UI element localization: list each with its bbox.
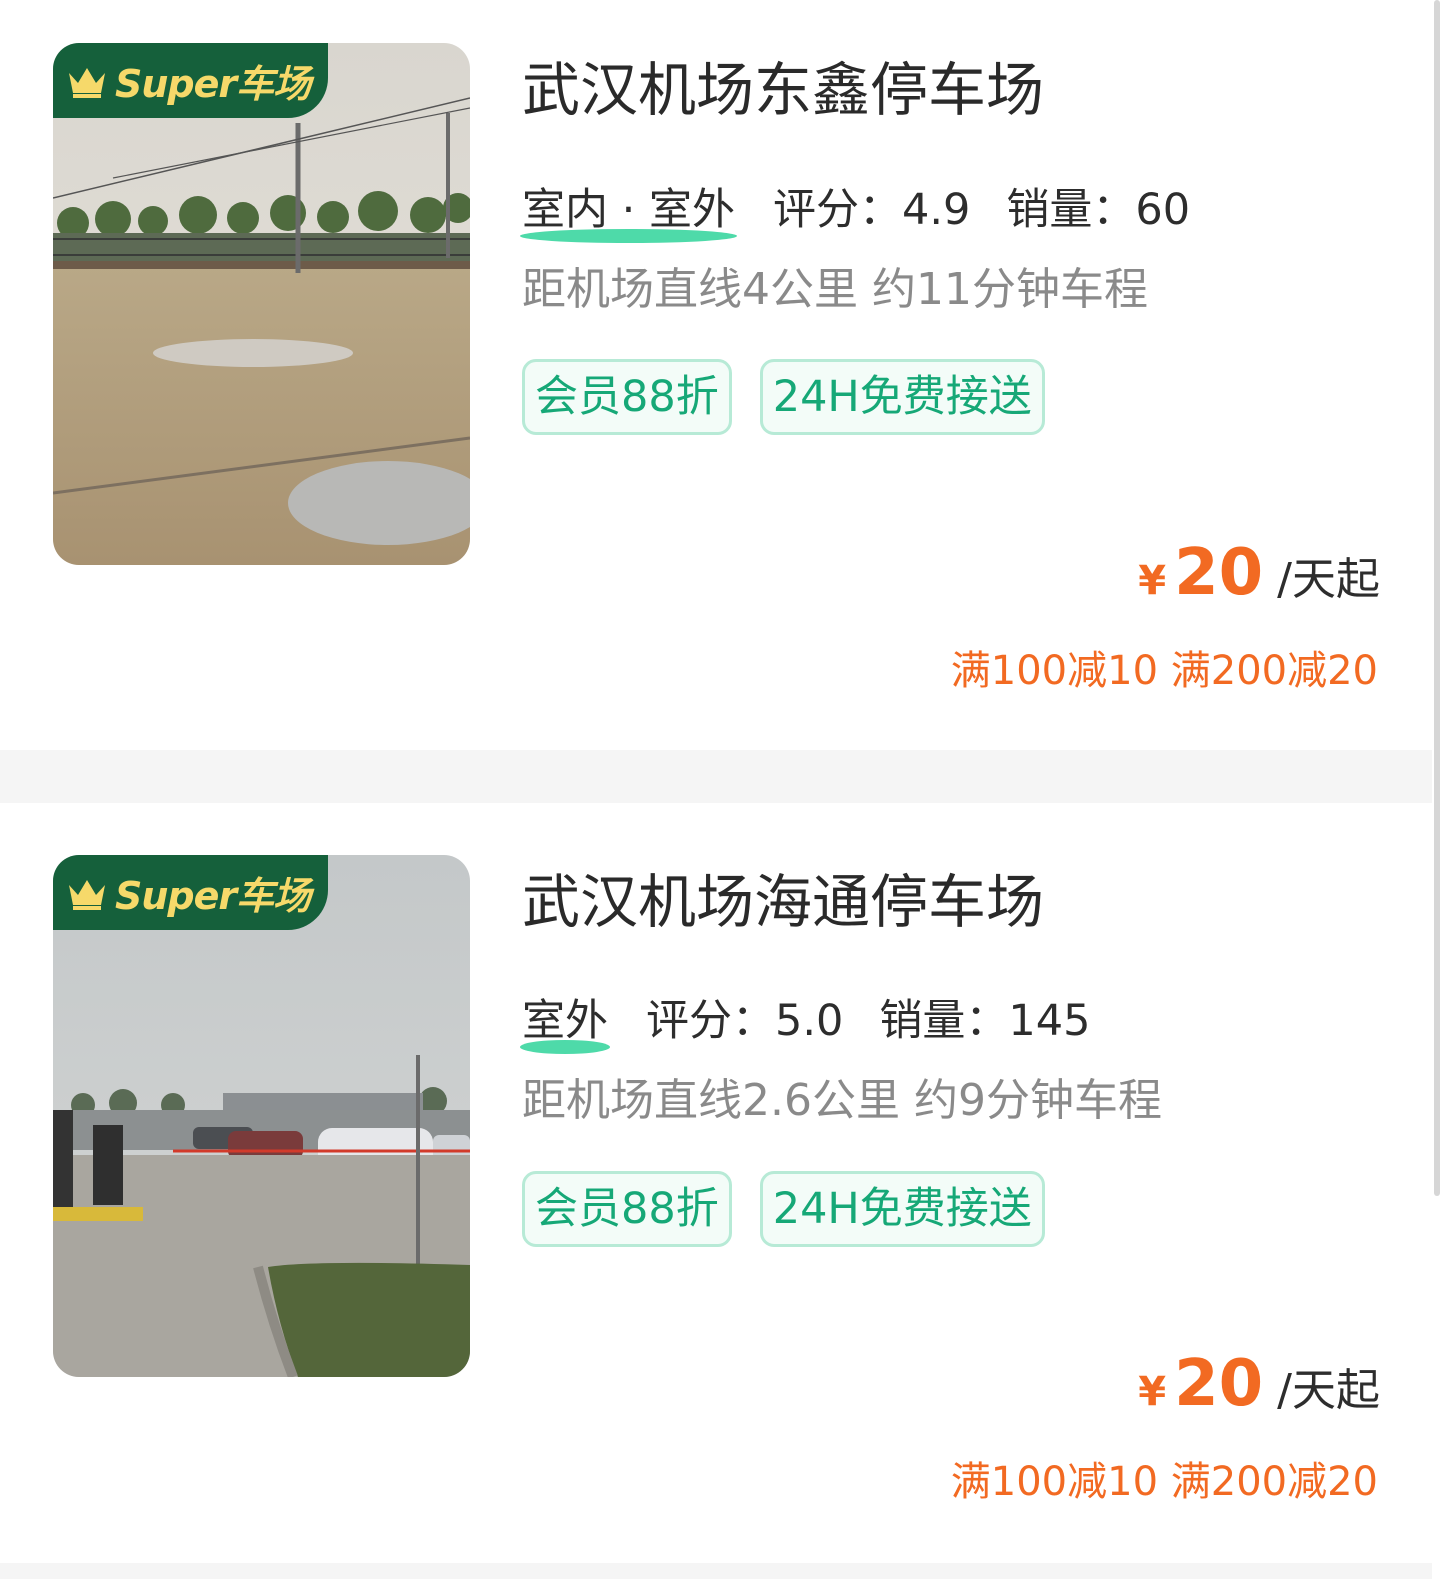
parking-type: 室外 — [520, 986, 610, 1054]
parking-lot-card[interactable]: Super车场 武汉机场东鑫停车场 室内 · 室外 评分：4.9 销量：60 距… — [0, 0, 1418, 750]
tag-member-discount: 会员88折 — [522, 1171, 732, 1247]
rating: 评分：5.0 — [646, 996, 844, 1046]
currency-symbol: ¥ — [1138, 1369, 1167, 1415]
parking-type-label: 室内 · 室外 — [522, 185, 736, 235]
parking-lot-list: Super车场 武汉机场东鑫停车场 室内 · 室外 评分：4.9 销量：60 距… — [0, 0, 1442, 1579]
price-value: 20 — [1174, 536, 1264, 610]
super-lot-badge-label: Super车场 — [115, 62, 311, 106]
tag-list: 会员88折 24H免费接送 — [522, 359, 1073, 435]
price: ¥ 20 /天起 — [1138, 1347, 1380, 1421]
parking-type-label: 室外 — [522, 996, 608, 1046]
scrollbar[interactable] — [1434, 0, 1440, 1196]
rating: 评分：4.9 — [773, 185, 971, 235]
price-unit: /天起 — [1277, 1365, 1380, 1416]
distance-info: 距机场直线4公里 约11分钟车程 — [522, 264, 1148, 315]
sales-count: 销量：145 — [879, 996, 1091, 1046]
parking-lot-name[interactable]: 武汉机场海通停车场 — [522, 866, 1044, 938]
super-lot-badge: Super车场 — [53, 43, 328, 118]
parking-lot-meta: 室外 评分：5.0 销量：145 — [520, 986, 1126, 1054]
super-lot-badge: Super车场 — [53, 855, 328, 930]
currency-symbol: ¥ — [1138, 558, 1167, 604]
parking-lot-card[interactable]: Super车场 武汉机场海通停车场 室外 评分：5.0 销量：145 距机场直线… — [0, 803, 1418, 1563]
parking-lot-name[interactable]: 武汉机场东鑫停车场 — [522, 54, 1044, 126]
crown-icon — [69, 67, 105, 98]
distance-info: 距机场直线2.6公里 约9分钟车程 — [522, 1075, 1162, 1126]
parking-lot-photo[interactable]: Super车场 — [53, 43, 470, 565]
price: ¥ 20 /天起 — [1138, 536, 1380, 610]
card-divider — [0, 1563, 1432, 1579]
crown-icon — [69, 879, 105, 910]
sales-count: 销量：60 — [1006, 185, 1191, 235]
parking-lot-photo-image — [53, 855, 470, 1377]
tag-list: 会员88折 24H免费接送 — [522, 1171, 1073, 1247]
parking-lot-meta: 室内 · 室外 评分：4.9 销量：60 — [520, 175, 1226, 243]
promo-text: 满100减10 满200减20 — [950, 1459, 1378, 1505]
promo-text: 满100减10 满200减20 — [950, 648, 1378, 694]
tag-free-shuttle: 24H免费接送 — [759, 1171, 1045, 1247]
tag-free-shuttle: 24H免费接送 — [759, 359, 1045, 435]
parking-lot-photo-image — [53, 43, 470, 565]
price-value: 20 — [1174, 1347, 1264, 1421]
parking-type: 室内 · 室外 — [520, 175, 738, 243]
tag-member-discount: 会员88折 — [522, 359, 732, 435]
card-divider — [0, 750, 1432, 803]
super-lot-badge-label: Super车场 — [115, 874, 311, 918]
price-unit: /天起 — [1277, 554, 1380, 605]
parking-lot-photo[interactable]: Super车场 — [53, 855, 470, 1377]
